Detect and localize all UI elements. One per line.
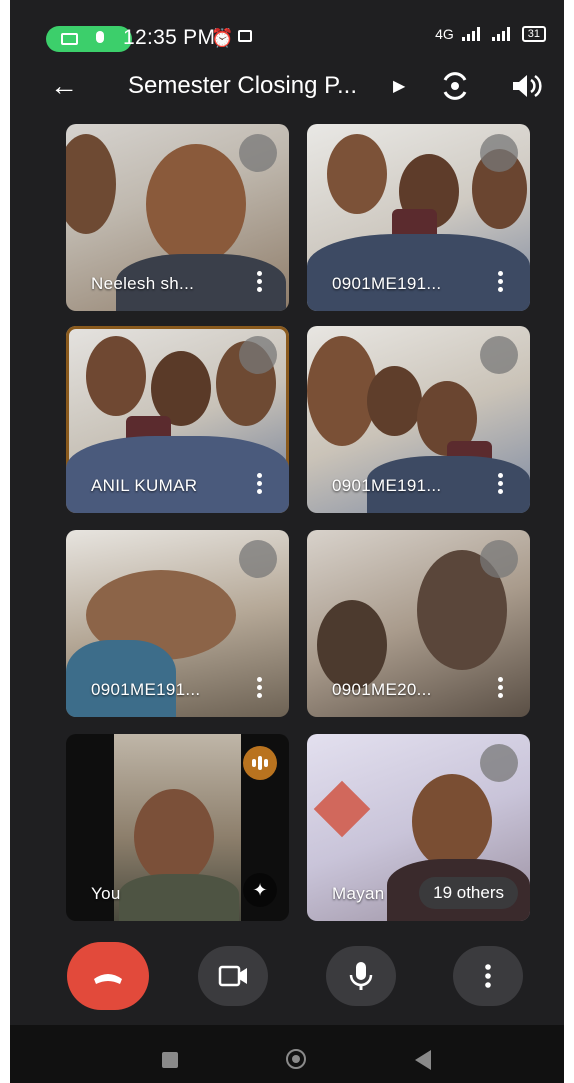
participant-tile[interactable]: 0901ME191... [307, 326, 530, 513]
status-time: 12:35 PM [123, 26, 216, 49]
end-call-button[interactable] [67, 942, 149, 1010]
signal-icon-2 [491, 27, 510, 41]
mic-off-icon [480, 744, 518, 782]
participant-name: ANIL KUMAR [91, 476, 198, 495]
participant-name: Neelesh sh... [91, 274, 195, 293]
more-vert-icon[interactable] [257, 677, 263, 699]
flip-camera-icon[interactable] [440, 71, 470, 101]
more-vert-icon[interactable] [257, 271, 263, 293]
speaking-indicator-icon [243, 746, 277, 780]
participant-video [327, 134, 387, 214]
call-app-bar: ← Semester Closing P... ▶ [10, 62, 564, 112]
mic-off-icon [239, 336, 277, 374]
mic-toggle-button[interactable] [326, 946, 396, 1006]
participant-video [317, 600, 387, 690]
nav-back-icon[interactable] [415, 1050, 431, 1070]
participant-tile[interactable]: ANIL KUMAR [66, 326, 289, 513]
participant-name: 0901ME191... [91, 680, 201, 699]
recording-pill[interactable] [46, 26, 132, 52]
self-face [134, 789, 214, 884]
mic-off-icon [480, 540, 518, 578]
participant-video-4 [307, 234, 530, 311]
cast-icon [238, 30, 252, 42]
camera-icon [218, 965, 247, 987]
more-vert-icon [485, 964, 491, 988]
status-bar: 12:35 PM ⏰ 4G 31 [10, 0, 564, 70]
participant-video-4 [66, 436, 289, 513]
meeting-title[interactable]: Semester Closing P... [128, 72, 357, 100]
mic-off-icon [239, 540, 277, 578]
self-name: You [91, 884, 121, 903]
effects-sparkle-icon[interactable]: ✦ [243, 873, 277, 907]
home-icon[interactable] [286, 1049, 306, 1069]
more-vert-icon[interactable] [498, 677, 504, 699]
recents-icon[interactable] [162, 1052, 178, 1068]
participant-video [146, 144, 246, 264]
self-shirt [119, 874, 239, 921]
network-type: 4G [435, 26, 454, 42]
participant-name: 0901ME191... [332, 274, 442, 293]
participant-tile[interactable]: 0901ME191... [66, 530, 289, 717]
participant-video-2 [66, 640, 176, 717]
participant-video-2 [66, 134, 116, 234]
participant-tile[interactable]: Mayan 19 others [307, 734, 530, 921]
self-video [114, 734, 241, 921]
others-badge[interactable]: 19 others [419, 877, 518, 909]
mic-off-icon [480, 134, 518, 172]
participant-tile[interactable]: 0901ME20... [307, 530, 530, 717]
mic-off-icon [239, 134, 277, 172]
signal-icon [461, 27, 480, 41]
mic-icon [349, 962, 373, 990]
speaker-icon[interactable] [510, 71, 542, 101]
back-arrow-icon[interactable]: ← [50, 70, 78, 102]
participant-video [307, 336, 377, 446]
system-nav-bar [10, 1025, 564, 1083]
end-call-icon [94, 974, 122, 984]
meet-call-screen: 12:35 PM ⏰ 4G 31 ← Semester Closing P...… [10, 0, 564, 1083]
system-icons: 4G 31 [435, 26, 546, 42]
participant-name: 0901ME191... [332, 476, 442, 495]
camera-in-use-icon [61, 33, 78, 45]
participant-video [86, 336, 146, 416]
participant-name: 0901ME20... [332, 680, 432, 699]
alarm-icon: ⏰ [211, 28, 234, 48]
participant-name: Mayan [332, 884, 385, 903]
participant-video [412, 774, 492, 869]
participant-video-2 [367, 366, 422, 436]
self-tile[interactable]: You ✦ [66, 734, 289, 921]
mic-in-use-icon [96, 31, 104, 43]
wall-decoration [313, 780, 371, 838]
participant-tile[interactable]: 0901ME191... [307, 124, 530, 311]
battery-icon: 31 [521, 26, 546, 42]
more-vert-icon[interactable] [498, 473, 504, 495]
chevron-right-icon[interactable]: ▶ [393, 76, 405, 96]
participant-video-2 [151, 351, 211, 426]
participant-tile[interactable]: Neelesh sh... [66, 124, 289, 311]
mic-off-icon [480, 336, 518, 374]
more-vert-icon[interactable] [498, 271, 504, 293]
more-options-button[interactable] [453, 946, 523, 1006]
camera-toggle-button[interactable] [198, 946, 268, 1006]
more-vert-icon[interactable] [257, 473, 263, 495]
